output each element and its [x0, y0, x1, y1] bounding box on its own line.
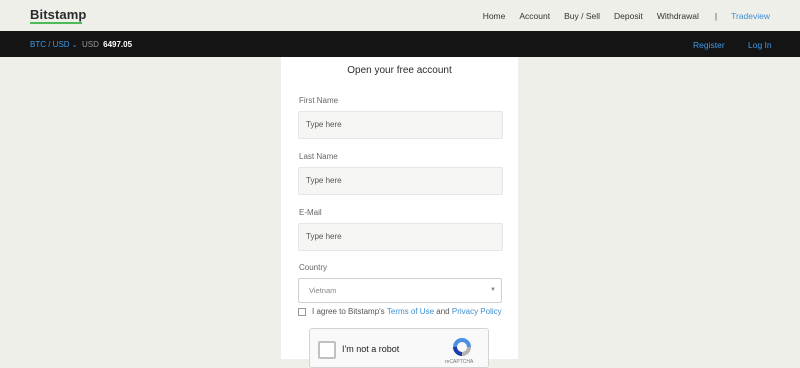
menu-item-withdrawal[interactable]: Withdrawal [657, 11, 699, 21]
signup-card: Open your free account First Name Type h… [281, 57, 518, 368]
currency-pair-selector[interactable]: BTC / USD ⌄ [30, 40, 77, 49]
captcha-label: I'm not a robot [342, 344, 400, 354]
price-currency: USD [82, 40, 99, 49]
menu-item-buy-sell[interactable]: Buy / Sell [564, 11, 600, 21]
captcha-checkbox[interactable] [318, 341, 336, 359]
dropdown-arrow-icon: ▼ [490, 287, 496, 293]
first-name-label: First Name [299, 96, 339, 105]
menu-item-home[interactable]: Home [483, 11, 506, 21]
email-field[interactable]: Type here [298, 223, 503, 251]
terms-of-use-link[interactable]: Terms of Use [387, 307, 434, 316]
last-name-label: Last Name [299, 152, 338, 161]
country-select[interactable]: Vietnam ▼ [298, 278, 502, 303]
menu-separator: | [714, 11, 718, 21]
main-menu: Home Account Buy / Sell Deposit Withdraw… [469, 11, 770, 21]
country-value: Vietnam [309, 286, 337, 295]
agree-and-text: and [436, 307, 450, 316]
recaptcha-logo-icon [453, 338, 471, 356]
recaptcha-brand: reCAPTCHA [445, 359, 474, 365]
register-link[interactable]: Register [693, 40, 725, 50]
form-title: Open your free account [347, 65, 452, 76]
logo-underline [30, 22, 82, 24]
recaptcha-widget: I'm not a robot reCAPTCHA [309, 328, 489, 368]
country-label: Country [299, 263, 328, 272]
chevron-down-icon: ⌄ [71, 42, 78, 49]
price-display: USD 6497.05 [82, 40, 132, 49]
terms-agreement: I agree to Bitstamp's Terms of Use and P… [298, 307, 502, 316]
login-link[interactable]: Log In [748, 40, 772, 50]
email-label: E-Mail [299, 208, 322, 217]
first-name-field[interactable]: Type here [298, 111, 503, 139]
privacy-policy-link[interactable]: Privacy Policy [452, 307, 502, 316]
agree-text: I agree to Bitstamp's [312, 307, 385, 316]
last-name-field[interactable]: Type here [298, 167, 503, 195]
bitstamp-logo[interactable]: Bitstamp [30, 7, 86, 22]
currency-pair-label: BTC / USD [30, 40, 70, 49]
top-navigation: Bitstamp Home Account Buy / Sell Deposit… [0, 0, 800, 31]
menu-item-account[interactable]: Account [519, 11, 550, 21]
price-value: 6497.05 [103, 40, 133, 49]
ticker-bar: BTC / USD ⌄ USD 6497.05 Register Log In [0, 31, 800, 57]
agree-checkbox[interactable] [298, 308, 306, 316]
menu-item-deposit[interactable]: Deposit [614, 11, 643, 21]
menu-item-tradeview[interactable]: Tradeview [731, 11, 770, 21]
